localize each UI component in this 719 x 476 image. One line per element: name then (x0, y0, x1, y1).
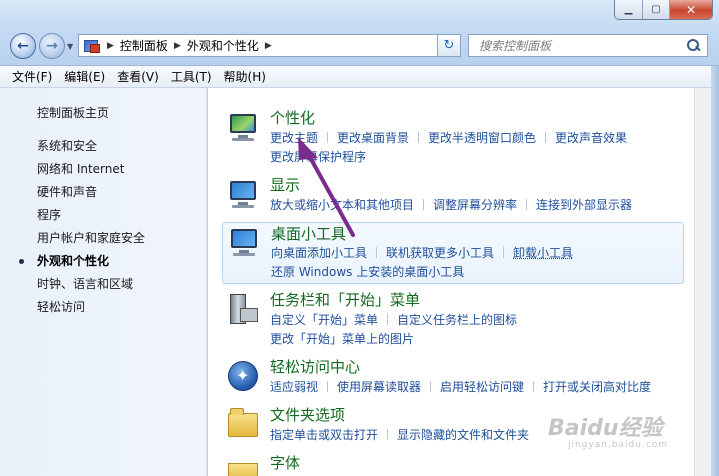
category-gadgets: 桌面小工具 向桌面添加小工具 联机获取更多小工具 卸载小工具 还原 Windows … (222, 222, 684, 284)
sidebar-item-user-accounts[interactable]: 用户帐户和家庭安全 (0, 227, 206, 250)
link-change-screensaver[interactable]: 更改屏幕保护程序 (270, 150, 366, 164)
category-display: 显示 放大或缩小文本和其他项目 调整屏幕分辨率 连接到外部显示器 (222, 175, 684, 217)
search-box[interactable] (468, 34, 708, 57)
menu-file[interactable]: 文件(F) (6, 66, 58, 88)
category-title[interactable]: 任务栏和「开始」菜单 (270, 290, 420, 310)
breadcrumb-control-panel[interactable]: 控制面板 (120, 37, 168, 54)
link-single-double-click[interactable]: 指定单击或双击打开 (270, 428, 378, 442)
link-low-vision[interactable]: 适应弱视 (270, 380, 318, 394)
recent-pages-dropdown[interactable]: ▼ (67, 42, 73, 51)
link-screen-resolution[interactable]: 调整屏幕分辨率 (433, 198, 517, 212)
menu-help[interactable]: 帮助(H) (218, 66, 272, 88)
link-get-more-gadgets[interactable]: 联机获取更多小工具 (386, 246, 494, 260)
link-show-hidden-files[interactable]: 显示隐藏的文件和文件夹 (397, 428, 529, 442)
watermark-subtext: jingyan.baidu.com (568, 440, 669, 450)
window-controls: ▁ ▢ ✕ (614, 0, 713, 20)
menu-tools[interactable]: 工具(T) (165, 66, 218, 88)
personalization-icon[interactable] (228, 112, 260, 144)
menu-bar: 文件(F) 编辑(E) 查看(V) 工具(T) 帮助(H) (0, 66, 719, 88)
link-change-theme[interactable]: 更改主题 (270, 131, 318, 145)
minimize-button[interactable]: ▁ (615, 0, 642, 19)
sidebar-item-system-security[interactable]: 系统和安全 (0, 135, 206, 158)
link-add-gadgets[interactable]: 向桌面添加小工具 (271, 246, 367, 260)
link-change-start-picture[interactable]: 更改「开始」菜单上的图片 (270, 332, 414, 346)
menu-view[interactable]: 查看(V) (111, 66, 165, 88)
breadcrumb-chevron-icon[interactable]: ▶ (107, 41, 114, 51)
sidebar-item-ease-of-access[interactable]: 轻松访问 (0, 296, 206, 319)
control-panel-icon (83, 39, 101, 53)
taskbar-icon[interactable] (228, 294, 260, 326)
close-button[interactable]: ✕ (669, 0, 712, 19)
sidebar: 控制面板主页 系统和安全 网络和 Internet 硬件和声音 程序 用户帐户和… (0, 88, 207, 476)
sidebar-item-clock-language[interactable]: 时钟、语言和区域 (0, 273, 206, 296)
category-title[interactable]: 字体 (270, 453, 300, 473)
gadgets-icon[interactable] (229, 227, 261, 259)
category-title[interactable]: 显示 (270, 175, 300, 195)
sidebar-item-programs[interactable]: 程序 (0, 204, 206, 227)
category-taskbar: 任务栏和「开始」菜单 自定义「开始」菜单 自定义任务栏上的图标 更改「开始」菜单上… (222, 290, 684, 352)
category-title[interactable]: 桌面小工具 (271, 224, 346, 244)
category-personalization: 个性化 更改主题 更改桌面背景 更改半透明窗口颜色 更改声音效果 更改屏幕保护程序 (222, 108, 684, 172)
window-border (711, 66, 719, 476)
search-icon[interactable] (687, 39, 699, 51)
link-accessibility-keys[interactable]: 启用轻松访问键 (440, 380, 524, 394)
maximize-button[interactable]: ▢ (642, 0, 669, 19)
fonts-icon[interactable] (228, 457, 260, 476)
category-title[interactable]: 轻松访问中心 (270, 357, 360, 377)
sidebar-item-appearance[interactable]: 外观和个性化 (0, 250, 206, 273)
watermark: Baidu经验 jingyan.baidu.com (548, 410, 668, 450)
link-uninstall-gadget[interactable]: 卸载小工具 (513, 246, 573, 260)
watermark-text: Baidu经验 (548, 416, 663, 441)
link-customize-start-menu[interactable]: 自定义「开始」菜单 (270, 313, 378, 327)
ease-of-access-icon[interactable] (228, 361, 260, 393)
forward-button[interactable]: → (39, 33, 65, 59)
category-title[interactable]: 个性化 (270, 108, 315, 128)
link-customize-taskbar-icons[interactable]: 自定义任务栏上的图标 (397, 313, 517, 327)
back-button[interactable]: ← (10, 33, 36, 59)
link-external-display[interactable]: 连接到外部显示器 (536, 198, 632, 212)
link-text-size[interactable]: 放大或缩小文本和其他项目 (270, 198, 414, 212)
link-restore-gadgets[interactable]: 还原 Windows 上安装的桌面小工具 (271, 265, 464, 279)
menu-edit[interactable]: 编辑(E) (58, 66, 111, 88)
vertical-scrollbar[interactable] (694, 88, 711, 476)
link-change-window-color[interactable]: 更改半透明窗口颜色 (428, 131, 536, 145)
link-high-contrast[interactable]: 打开或关闭高对比度 (543, 380, 651, 394)
category-ease-of-access: 轻松访问中心 适应弱视 使用屏幕读取器 启用轻松访问键 打开或关闭高对比度 (222, 357, 684, 399)
link-screen-reader[interactable]: 使用屏幕读取器 (337, 380, 421, 394)
category-fonts: 字体 (222, 453, 684, 476)
sidebar-item-home[interactable]: 控制面板主页 (0, 102, 206, 125)
refresh-icon: ↻ (443, 38, 455, 53)
breadcrumb-chevron-icon[interactable]: ▶ (174, 41, 181, 51)
link-change-sounds[interactable]: 更改声音效果 (555, 131, 627, 145)
category-title[interactable]: 文件夹选项 (270, 405, 345, 425)
search-input[interactable] (479, 38, 679, 53)
display-icon[interactable] (228, 179, 260, 211)
address-bar[interactable]: ▶ 控制面板 ▶ 外观和个性化 ▶ ▼ (78, 34, 460, 57)
folder-options-icon[interactable] (228, 408, 260, 441)
sidebar-item-network[interactable]: 网络和 Internet (0, 158, 206, 181)
breadcrumb-appearance[interactable]: 外观和个性化 (187, 37, 259, 54)
sidebar-item-hardware-sound[interactable]: 硬件和声音 (0, 181, 206, 204)
breadcrumb-chevron-icon[interactable]: ▶ (265, 41, 272, 51)
forward-arrow-icon: → (46, 38, 58, 54)
link-change-background[interactable]: 更改桌面背景 (337, 131, 409, 145)
refresh-button[interactable]: ↻ (437, 34, 461, 57)
back-arrow-icon: ← (17, 38, 29, 54)
